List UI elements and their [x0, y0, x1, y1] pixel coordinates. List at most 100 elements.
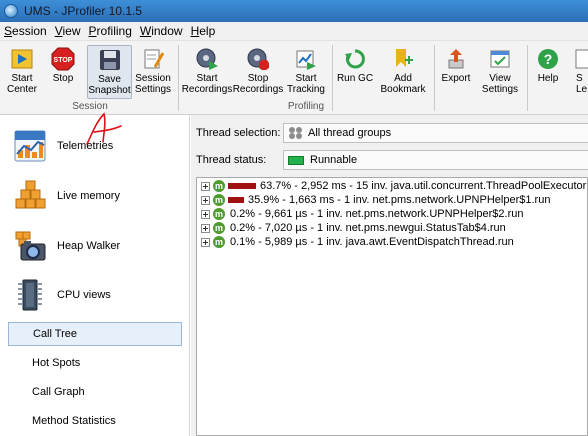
nav-method-statistics[interactable]: Method Statistics — [8, 409, 182, 433]
tree-row[interactable]: m 0.2% - 9,661 µs - 1 inv. net.pms.netwo… — [201, 207, 524, 221]
svg-text:STOP: STOP — [54, 57, 73, 64]
thread-status-dropdown[interactable]: Runnable — [283, 150, 588, 170]
start-center-label-1: Start — [11, 73, 33, 84]
nav-live-memory-label: Live memory — [57, 190, 120, 202]
nav-call-tree[interactable]: Call Tree — [8, 322, 182, 346]
menu-mnemonic: H — [190, 24, 200, 38]
start-le-label-1: S — [576, 73, 583, 84]
add-bookmark-button[interactable]: Add Bookmark — [378, 45, 428, 99]
toolbar-separator — [178, 45, 179, 111]
export-button[interactable]: Export — [438, 45, 474, 99]
tree-row[interactable]: m 0.1% - 5,989 µs - 1 inv. java.awt.Even… — [201, 235, 514, 249]
expand-toggle-icon[interactable] — [201, 181, 210, 191]
view-selector-panel: Telemetries Live memory Heap Walker CPU … — [0, 115, 190, 436]
tree-row-text: 0.2% - 9,661 µs - 1 inv. net.pms.network… — [230, 208, 524, 220]
percent-bar — [228, 183, 256, 189]
start-center-label-2: Center — [6, 84, 37, 95]
bookmark-icon — [391, 47, 415, 71]
thread-selection-dropdown[interactable]: All thread groups — [283, 123, 588, 143]
start-tracking-label-2: Tracking — [287, 84, 325, 95]
menu-label: indow — [151, 24, 183, 38]
nav-cpu-views[interactable]: CPU views — [12, 277, 111, 313]
tree-row-text: 63.7% - 2,952 ms - 15 inv. java.util.con… — [260, 180, 587, 192]
tree-row-text: 0.2% - 7,020 µs - 1 inv. net.pms.newgui.… — [230, 222, 506, 234]
settings-document-icon — [141, 47, 165, 71]
help-button[interactable]: ? Help — [532, 45, 564, 99]
start-recordings-label-1: Start — [196, 73, 218, 84]
percent-bar — [228, 197, 244, 203]
call-tree[interactable]: m 63.7% - 2,952 ms - 15 inv. java.util.c… — [196, 177, 588, 436]
tree-row-text: 35.9% - 1,663 ms - 1 inv. net.pms.networ… — [248, 194, 551, 206]
add-bookmark-label-1: Add — [394, 73, 412, 84]
expand-toggle-icon[interactable] — [201, 209, 210, 219]
method-icon: m — [213, 194, 225, 206]
window-title: UMS - JProfiler 10.1.5 — [24, 4, 143, 18]
add-bookmark-label-2: Bookmark — [380, 84, 426, 95]
export-icon — [444, 47, 468, 71]
thread-selection-value: All thread groups — [308, 127, 392, 139]
run-gc-button[interactable]: Run GC — [336, 45, 374, 99]
start-recordings-label-2: Recordings — [181, 84, 233, 95]
toolbar: Start Center STOP Stop Save Snapshot Ses… — [0, 41, 588, 115]
start-recordings-button[interactable]: Start Recordings — [181, 45, 233, 99]
menu-view[interactable]: View — [51, 24, 85, 38]
live-memory-icon — [15, 180, 46, 209]
start-tracking-button[interactable]: Start Tracking — [286, 45, 326, 99]
method-icon: m — [213, 222, 225, 234]
view-settings-label-2: Settings — [481, 84, 519, 95]
view-settings-button[interactable]: View Settings — [478, 45, 522, 99]
film-reel-start-icon — [195, 47, 219, 71]
nav-call-graph[interactable]: Call Graph — [8, 380, 182, 404]
menu-mnemonic: P — [88, 24, 97, 38]
menu-mnemonic: S — [4, 24, 13, 38]
start-le-label-2: Le — [576, 84, 588, 95]
thread-groups-icon — [289, 127, 302, 139]
view-settings-label-1: View — [489, 73, 511, 84]
recycle-icon — [343, 47, 367, 71]
menu-help[interactable]: Help — [187, 24, 220, 38]
view-settings-icon — [488, 47, 512, 71]
stop-sign-icon: STOP — [51, 47, 75, 71]
save-snapshot-label-2: Snapshot — [88, 85, 131, 96]
nav-live-memory[interactable]: Live memory — [12, 178, 120, 214]
runnable-status-swatch — [288, 155, 304, 165]
session-settings-label-2: Settings — [134, 84, 172, 95]
title-bar: UMS - JProfiler 10.1.5 — [0, 0, 588, 22]
menu-label: rofiling — [96, 24, 132, 38]
nav-hot-spots[interactable]: Hot Spots — [8, 351, 182, 375]
thread-status-value: Runnable — [310, 154, 358, 166]
expand-toggle-icon[interactable] — [201, 223, 210, 233]
profiling-group-label: Profiling — [287, 101, 325, 112]
stop-recordings-button[interactable]: Stop Recordings — [233, 45, 283, 99]
run-gc-label: Run GC — [336, 73, 374, 84]
start-center-button[interactable]: Start Center — [4, 45, 40, 99]
tree-row[interactable]: m 35.9% - 1,663 ms - 1 inv. net.pms.netw… — [201, 193, 550, 207]
menu-session[interactable]: Session — [0, 24, 51, 38]
stop-button[interactable]: STOP Stop — [46, 45, 80, 99]
svg-text:?: ? — [544, 51, 553, 67]
tree-row-text: 0.1% - 5,989 µs - 1 inv. java.awt.EventD… — [230, 236, 514, 248]
tree-row[interactable]: m 0.2% - 7,020 µs - 1 inv. net.pms.newgu… — [201, 221, 506, 235]
session-settings-label-1: Session — [135, 73, 171, 84]
stop-recordings-label-1: Stop — [247, 73, 269, 84]
start-center-icon — [10, 47, 34, 71]
nav-heap-walker[interactable]: Heap Walker — [12, 228, 120, 264]
save-snapshot-button[interactable]: Save Snapshot — [87, 45, 132, 99]
session-settings-button[interactable]: Session Settings — [134, 45, 172, 99]
film-reel-stop-icon — [246, 47, 270, 71]
nav-telemetries[interactable]: Telemetries — [12, 128, 113, 164]
start-le-button[interactable]: S Le — [568, 45, 588, 99]
heap-walker-icon — [15, 231, 46, 261]
method-icon: m — [213, 180, 225, 192]
menu-label: ession — [12, 24, 47, 38]
menu-label: iew — [62, 24, 81, 38]
save-snapshot-label-1: Save — [98, 74, 121, 85]
expand-toggle-icon[interactable] — [201, 195, 210, 205]
tree-row[interactable]: m 63.7% - 2,952 ms - 15 inv. java.util.c… — [201, 179, 586, 193]
stop-label: Stop — [52, 73, 74, 84]
menu-window[interactable]: Window — [136, 24, 187, 38]
menu-mnemonic: W — [139, 24, 152, 38]
menu-profiling[interactable]: Profiling — [85, 24, 136, 38]
floppy-disk-icon — [98, 48, 122, 72]
expand-toggle-icon[interactable] — [201, 237, 210, 247]
